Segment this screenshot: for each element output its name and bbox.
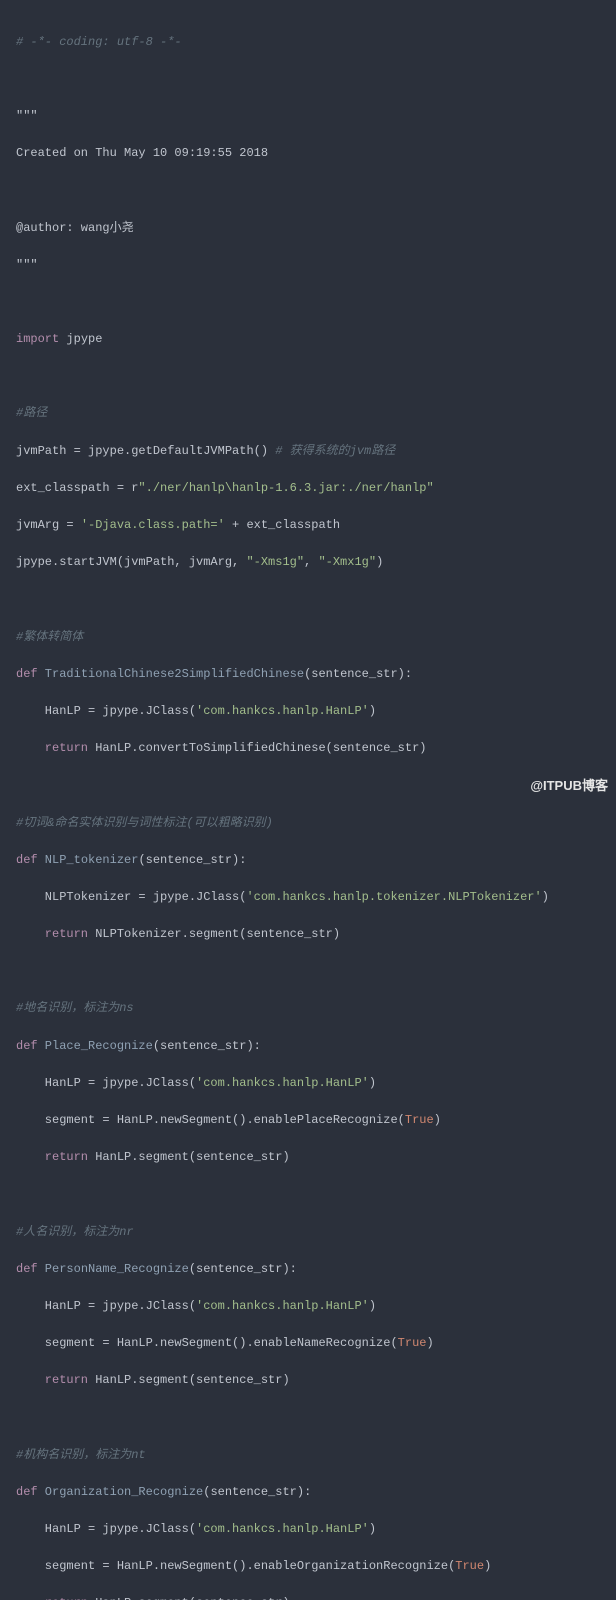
return-kw: return: [16, 741, 88, 755]
true-kw-2: True: [398, 1336, 427, 1350]
seg-org-a: segment = HanLP.newSegment().enableOrgan…: [16, 1559, 455, 1573]
seg-ret-3: HanLP.segment(sentence_str): [88, 1596, 290, 1600]
han-a-3: HanLP = jpype.JClass(: [16, 1299, 196, 1313]
def-kw-2: def: [16, 853, 38, 867]
seg-close-3: ): [484, 1559, 491, 1573]
true-kw-3: True: [455, 1559, 484, 1573]
han-a-2: HanLP = jpype.JClass(: [16, 1076, 196, 1090]
import-module: jpype: [59, 332, 102, 346]
jvmpath-line: jvmPath = jpype.getDefaultJVMPath(): [16, 444, 275, 458]
sig-person: (sentence_str):: [189, 1262, 297, 1276]
han-b-4: ): [369, 1522, 376, 1536]
seg-close-2: ): [426, 1336, 433, 1350]
start-c: ): [376, 555, 383, 569]
trad-ret: HanLP.convertToSimplifiedChinese(sentenc…: [88, 741, 426, 755]
fn-person: PersonName_Recognize: [38, 1262, 189, 1276]
return-kw-4: return: [16, 1373, 88, 1387]
code-block: # -*- coding: utf-8 -*- """ Created on T…: [0, 0, 616, 1600]
ext-string: "./ner/hanlp\hanlp-1.6.3.jar:./ner/hanlp…: [138, 481, 433, 495]
org-comment: #机构名识别，标注为nt: [16, 1448, 146, 1462]
sig-place: (sentence_str):: [153, 1039, 261, 1053]
xmx-string: "-Xmx1g": [318, 555, 376, 569]
def-kw-3: def: [16, 1039, 38, 1053]
def-kw-4: def: [16, 1262, 38, 1276]
seg-person-a: segment = HanLP.newSegment().enableNameR…: [16, 1336, 398, 1350]
watermark: @ITPUB博客: [530, 775, 608, 794]
han-b: ): [369, 704, 376, 718]
seg-ret-2: HanLP.segment(sentence_str): [88, 1373, 290, 1387]
fn-place: Place_Recognize: [38, 1039, 153, 1053]
seg-ret: HanLP.segment(sentence_str): [88, 1150, 290, 1164]
sig-nlp: (sentence_str):: [138, 853, 246, 867]
sig-trad: (sentence_str):: [304, 667, 412, 681]
jvmarg-b: + ext_classpath: [225, 518, 340, 532]
nlptok-cls: 'com.hankcs.hanlp.tokenizer.NLPTokenizer…: [246, 890, 541, 904]
def-kw-5: def: [16, 1485, 38, 1499]
nlp-ret: NLPTokenizer.segment(sentence_str): [88, 927, 340, 941]
author-line: @author: wang小尧: [16, 221, 134, 235]
return-kw-3: return: [16, 1150, 88, 1164]
ext-line-a: ext_classpath = r: [16, 481, 138, 495]
han-b-2: ): [369, 1076, 376, 1090]
true-kw: True: [405, 1113, 434, 1127]
hanlp-cls-3: 'com.hankcs.hanlp.HanLP': [196, 1299, 369, 1313]
hanlp-cls: 'com.hankcs.hanlp.HanLP': [196, 704, 369, 718]
seg-close: ): [434, 1113, 441, 1127]
created-line: Created on Thu May 10 09:19:55 2018: [16, 146, 268, 160]
jvmarg-string: '-Djava.class.path=': [81, 518, 225, 532]
encoding-comment: # -*- coding: utf-8 -*-: [16, 35, 182, 49]
start-a: jpype.startJVM(jvmPath, jvmArg,: [16, 555, 246, 569]
start-b: ,: [304, 555, 318, 569]
xms-string: "-Xms1g": [246, 555, 304, 569]
han-a: HanLP = jpype.JClass(: [16, 704, 196, 718]
docstring-open: """: [16, 109, 38, 123]
nlp-comment: #切词&命名实体识别与词性标注(可以粗略识别): [16, 816, 273, 830]
docstring-close: """: [16, 258, 38, 272]
path-comment: #路径: [16, 406, 47, 420]
hanlp-cls-2: 'com.hankcs.hanlp.HanLP': [196, 1076, 369, 1090]
hanlp-cls-4: 'com.hankcs.hanlp.HanLP': [196, 1522, 369, 1536]
def-kw: def: [16, 667, 38, 681]
person-comment: #人名识别，标注为nr: [16, 1225, 134, 1239]
jvmpath-inline-comment: # 获得系统的jvm路径: [275, 444, 395, 458]
han-b-3: ): [369, 1299, 376, 1313]
place-comment: #地名识别，标注为ns: [16, 1001, 134, 1015]
return-kw-5: return: [16, 1596, 88, 1600]
fn-nlp: NLP_tokenizer: [38, 853, 139, 867]
import-keyword: import: [16, 332, 59, 346]
return-kw-2: return: [16, 927, 88, 941]
fn-trad: TraditionalChinese2SimplifiedChinese: [38, 667, 304, 681]
han-a-4: HanLP = jpype.JClass(: [16, 1522, 196, 1536]
seg-place-a: segment = HanLP.newSegment().enablePlace…: [16, 1113, 405, 1127]
nlptok-b: ): [542, 890, 549, 904]
nlptok-a: NLPTokenizer = jpype.JClass(: [16, 890, 246, 904]
trad-comment: #繁体转简体: [16, 630, 83, 644]
fn-org: Organization_Recognize: [38, 1485, 204, 1499]
jvmarg-a: jvmArg =: [16, 518, 81, 532]
sig-org: (sentence_str):: [203, 1485, 311, 1499]
